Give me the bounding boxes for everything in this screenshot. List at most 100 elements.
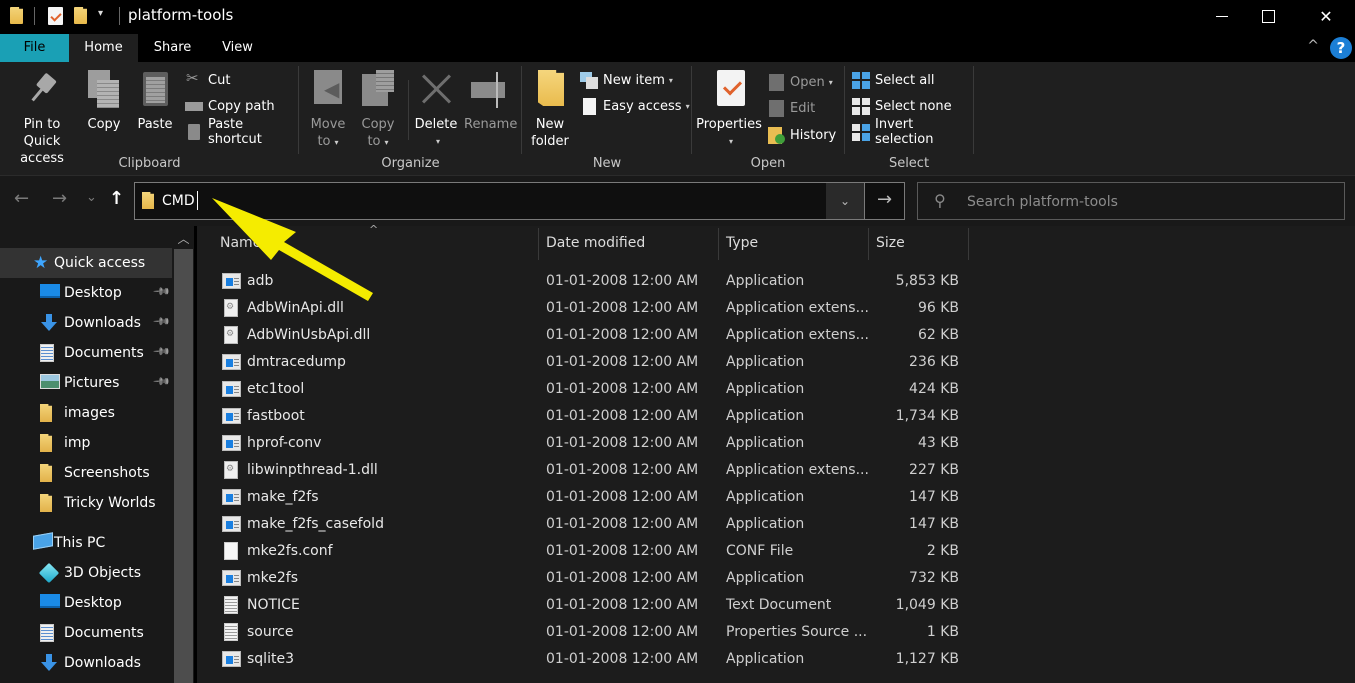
address-dropdown-button[interactable]: ⌄: [826, 183, 864, 219]
sidebar-item-imp[interactable]: imp: [0, 428, 172, 458]
file-row[interactable]: AdbWinUsbApi.dll 01-01-2008 12:00 AM Appli…: [197, 322, 1355, 349]
sidebar-item-pictures[interactable]: Pictures 📌: [0, 368, 172, 398]
invert-selection-button[interactable]: Invert selection: [852, 117, 973, 147]
sidebar-item-documents[interactable]: Documents 📌: [0, 338, 172, 368]
minimize-button[interactable]: [1199, 0, 1245, 32]
text-file-icon: [224, 596, 238, 614]
file-row[interactable]: fastboot 01-01-2008 12:00 AM Application 1,…: [197, 403, 1355, 430]
sidebar-item-screenshots[interactable]: Screenshots: [0, 458, 172, 488]
customize-qat-dropdown[interactable]: ▾: [98, 8, 103, 19]
sidebar-item-images[interactable]: images: [0, 398, 172, 428]
column-header-date-modified[interactable]: Date modified: [546, 235, 645, 251]
cut-button[interactable]: Cut: [185, 69, 230, 91]
sidebar-item-tricky-worlds[interactable]: Tricky Worlds: [0, 488, 172, 518]
column-header-type[interactable]: Type: [726, 235, 758, 251]
sidebar-item-downloads[interactable]: Downloads: [0, 648, 172, 678]
sidebar-item-3d-objects[interactable]: 3D Objects: [0, 558, 172, 588]
file-row[interactable]: hprof-conv 01-01-2008 12:00 AM Application…: [197, 430, 1355, 457]
rename-button[interactable]: Rename: [464, 68, 517, 133]
copy-path-button[interactable]: Copy path: [185, 95, 275, 117]
file-row[interactable]: etc1tool 01-01-2008 12:00 AM Application 42…: [197, 376, 1355, 403]
file-row[interactable]: make_f2fs 01-01-2008 12:00 AM Application 1…: [197, 484, 1355, 511]
organize-divider: [408, 80, 409, 140]
sidebar-scrollbar[interactable]: [174, 249, 193, 683]
history-button[interactable]: History: [767, 124, 836, 146]
star-icon: ★: [33, 253, 49, 273]
file-size: 96 KB: [917, 300, 959, 316]
sidebar-item-label: Pictures: [64, 375, 120, 391]
select-none-button[interactable]: Select none: [852, 95, 952, 117]
edit-button[interactable]: Edit: [767, 97, 815, 119]
sidebar-item-documents[interactable]: Documents: [0, 618, 172, 648]
tab-file[interactable]: File: [0, 34, 69, 62]
file-row[interactable]: mke2fs 01-01-2008 12:00 AM Application 732 …: [197, 565, 1355, 592]
sidebar-item-desktop[interactable]: Desktop: [0, 588, 172, 618]
column-header-name[interactable]: Name: [220, 235, 261, 251]
up-button[interactable]: ↑: [109, 188, 124, 209]
column-header-size[interactable]: Size: [876, 235, 905, 251]
file-icon: [224, 542, 238, 560]
file-row[interactable]: libwinpthread-1.dll 01-01-2008 12:00 AM Ap…: [197, 457, 1355, 484]
paste-shortcut-button[interactable]: Paste shortcut: [185, 117, 299, 147]
help-icon[interactable]: ?: [1330, 37, 1352, 59]
dll-file-icon: [224, 299, 238, 317]
file-size: 2 KB: [926, 543, 959, 559]
file-row[interactable]: dmtracedump 01-01-2008 12:00 AM Applicatio…: [197, 349, 1355, 376]
delete-button[interactable]: Delete ▾: [414, 68, 458, 150]
back-button[interactable]: ←: [14, 188, 29, 209]
close-button[interactable]: ✕: [1303, 0, 1349, 32]
go-button[interactable]: →: [864, 183, 904, 219]
search-box[interactable]: ⚲: [917, 182, 1345, 220]
pin-icon[interactable]: 📌: [152, 282, 171, 301]
collapse-ribbon-icon[interactable]: ^: [1307, 38, 1319, 54]
new-item-button[interactable]: New item ▾: [580, 69, 673, 91]
copy-button[interactable]: Copy: [84, 68, 124, 133]
column-divider[interactable]: [538, 228, 539, 260]
new-item-icon: [580, 72, 598, 89]
easy-access-button[interactable]: Easy access ▾: [580, 95, 690, 117]
forward-button[interactable]: →: [52, 188, 67, 209]
move-to-button[interactable]: Move to▾: [308, 68, 348, 151]
maximize-button[interactable]: [1245, 0, 1291, 32]
pin-to-quick-access-button[interactable]: Pin to Quick access: [4, 68, 80, 167]
properties-button[interactable]: Properties ▾: [696, 68, 762, 150]
pin-icon[interactable]: 📌: [152, 312, 171, 331]
sidebar-item-this-pc[interactable]: This PC: [0, 528, 172, 558]
file-row[interactable]: mke2fs.conf 01-01-2008 12:00 AM CONF File 2…: [197, 538, 1355, 565]
pin-icon[interactable]: 📌: [152, 342, 171, 361]
search-input[interactable]: [967, 192, 1327, 212]
file-row[interactable]: adb 01-01-2008 12:00 AM Application 5,853 K…: [197, 268, 1355, 295]
file-row[interactable]: AdbWinApi.dll 01-01-2008 12:00 AM Applicat…: [197, 295, 1355, 322]
new-folder-button[interactable]: New folder: [530, 68, 570, 150]
file-name: make_f2fs_casefold: [247, 516, 384, 532]
tab-home[interactable]: Home: [69, 34, 138, 62]
file-row[interactable]: NOTICE 01-01-2008 12:00 AM Text Document 1,…: [197, 592, 1355, 619]
sidebar-item-quick-access[interactable]: ★ Quick access: [0, 248, 172, 278]
file-row[interactable]: sqlite3 01-01-2008 12:00 AM Application 1,1…: [197, 646, 1355, 673]
column-divider[interactable]: [868, 228, 869, 260]
paste-button[interactable]: Paste: [134, 68, 176, 133]
column-divider[interactable]: [968, 228, 969, 260]
select-all-button[interactable]: Select all: [852, 69, 934, 91]
file-row[interactable]: make_f2fs_casefold 01-01-2008 12:00 AM App…: [197, 511, 1355, 538]
pin-icon[interactable]: 📌: [152, 372, 171, 391]
file-size: 1,049 KB: [895, 597, 959, 613]
new-folder-icon[interactable]: [74, 7, 87, 24]
column-divider[interactable]: [718, 228, 719, 260]
sidebar-item-desktop[interactable]: Desktop 📌: [0, 278, 172, 308]
address-input[interactable]: [162, 191, 812, 211]
pictures-icon: [40, 374, 60, 389]
file-row[interactable]: source 01-01-2008 12:00 AM Properties Sour…: [197, 619, 1355, 646]
folder-icon: [40, 434, 52, 452]
file-date-modified: 01-01-2008 12:00 AM: [546, 462, 699, 478]
properties-icon[interactable]: [48, 7, 63, 25]
open-button[interactable]: Open ▾: [767, 71, 833, 93]
scroll-up-icon[interactable]: ︿: [174, 230, 193, 248]
tab-view[interactable]: View: [205, 34, 270, 62]
sidebar-item-downloads[interactable]: Downloads 📌: [0, 308, 172, 338]
recent-locations-dropdown[interactable]: ⌄: [86, 190, 97, 205]
file-size: 227 KB: [909, 462, 959, 478]
copy-to-button[interactable]: Copy to ▾: [358, 68, 398, 151]
tab-share[interactable]: Share: [140, 34, 205, 62]
address-bar[interactable]: ⌄ →: [134, 182, 905, 220]
